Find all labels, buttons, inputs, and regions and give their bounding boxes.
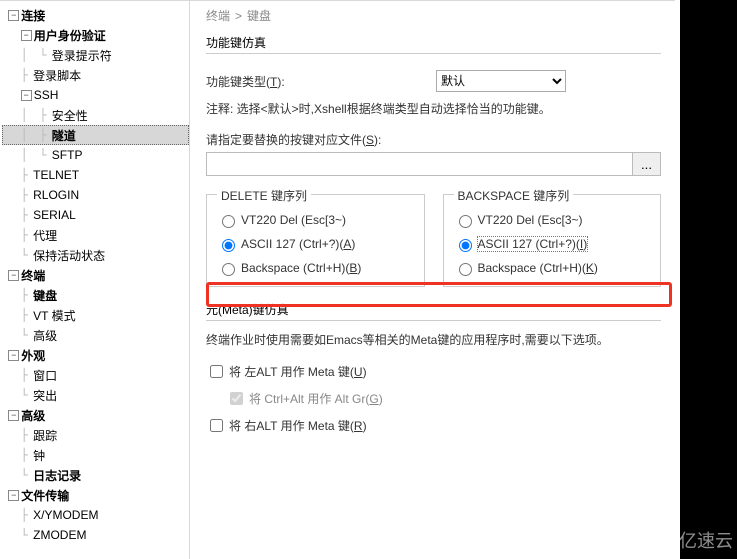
meta-desc: 终端作业时使用需要如Emacs等相关的Meta键的应用程序时,需要以下选项。	[206, 331, 661, 348]
group-meta-title: 元(Meta)键仿真	[206, 301, 661, 318]
group-meta: 终端作业时使用需要如Emacs等相关的Meta键的应用程序时,需要以下选项。 将…	[206, 320, 661, 443]
meta-right-alt-checkbox[interactable]: 将 右ALT 用作 Meta 键(R)	[206, 416, 661, 435]
tree-node-serial[interactable]: ├ SERIAL	[2, 205, 189, 225]
delete-group: DELETE 键序列 VT220 Del (Esc[3~) ASCII 127 …	[206, 194, 425, 287]
tree-node-keyboard[interactable]: ├ 键盘	[2, 285, 189, 305]
group-fnkey-title: 功能键仿真	[206, 34, 661, 51]
cloud-icon	[653, 533, 675, 547]
right-black-strip	[680, 0, 737, 559]
group-fnkey: 功能键类型(T): 默认 注释: 选择<默认>时,Xshell根据终端类型自动选…	[206, 53, 661, 184]
tree-node-xymodem[interactable]: ├ X/YMODEM	[2, 505, 189, 525]
tree-node-security[interactable]: │ ├ 安全性	[2, 105, 189, 125]
fnkey-note: 注释: 选择<默认>时,Xshell根据终端类型自动选择恰当的功能键。	[206, 100, 661, 117]
replace-file-label: 请指定要替换的按键对应文件(S):	[206, 131, 661, 148]
settings-panel: 终端>键盘 功能键仿真 功能键类型(T): 默认 注释: 选择<默认>时,Xsh…	[190, 1, 675, 559]
tree-node-logging[interactable]: └ 日志记录	[2, 465, 189, 485]
delete-opt-ascii127[interactable]: ASCII 127 (Ctrl+?)(A)	[217, 236, 414, 252]
meta-altgr-checkbox: 将 Ctrl+Alt 用作 Alt Gr(G)	[226, 389, 661, 408]
tree-node-login-prompt[interactable]: │ └ 登录提示符	[2, 45, 189, 65]
tree-node-appearance[interactable]: −外观	[2, 345, 189, 365]
delete-opt-vt220[interactable]: VT220 Del (Esc[3~)	[217, 212, 414, 228]
fnkey-type-select[interactable]: 默认	[436, 70, 566, 92]
tree-node-window[interactable]: ├ 窗口	[2, 365, 189, 385]
tree-node-terminal[interactable]: −终端	[2, 265, 189, 285]
fnkey-type-label: 功能键类型(T):	[206, 73, 436, 90]
tree-node-vtmode[interactable]: ├ VT 模式	[2, 305, 189, 325]
tree-node-proxy[interactable]: ├ 代理	[2, 225, 189, 245]
backspace-group-title: BACKSPACE 键序列	[454, 187, 574, 204]
backspace-opt-ascii127[interactable]: ASCII 127 (Ctrl+?)(I)	[454, 236, 651, 252]
tree-node-telnet[interactable]: ├ TELNET	[2, 165, 189, 185]
settings-tree[interactable]: −连接 −用户身份验证 │ └ 登录提示符 ├ 登录脚本 −SSH │ ├ 安全…	[0, 1, 190, 559]
tree-node-term-adv[interactable]: └ 高级	[2, 325, 189, 345]
tree-node-advanced[interactable]: −高级	[2, 405, 189, 425]
browse-button[interactable]: ...	[633, 152, 661, 176]
tree-node-rlogin[interactable]: ├ RLOGIN	[2, 185, 189, 205]
tree-node-filetransfer[interactable]: −文件传输	[2, 485, 189, 505]
tree-node-connection[interactable]: −连接	[2, 5, 189, 25]
tree-node-ssh[interactable]: −SSH	[2, 85, 189, 105]
delete-group-title: DELETE 键序列	[217, 187, 311, 204]
watermark: 亿速云	[653, 527, 733, 553]
tree-node-highlight[interactable]: └ 突出	[2, 385, 189, 405]
tree-node-tunnel[interactable]: │ ├ 隧道	[2, 125, 189, 145]
tree-node-trace[interactable]: ├ 跟踪	[2, 425, 189, 445]
tree-node-bell[interactable]: ├ 钟	[2, 445, 189, 465]
tree-node-keepalive[interactable]: └ 保持活动状态	[2, 245, 189, 265]
tree-node-zmodem[interactable]: └ ZMODEM	[2, 525, 189, 545]
tree-node-sftp[interactable]: │ └ SFTP	[2, 145, 189, 165]
backspace-group: BACKSPACE 键序列 VT220 Del (Esc[3~) ASCII 1…	[443, 194, 662, 287]
tree-node-auth[interactable]: −用户身份验证	[2, 25, 189, 45]
replace-file-input[interactable]	[206, 152, 633, 176]
breadcrumb: 终端>键盘	[206, 7, 661, 24]
delete-opt-backspace[interactable]: Backspace (Ctrl+H)(B)	[217, 260, 414, 276]
backspace-opt-backspace[interactable]: Backspace (Ctrl+H)(K)	[454, 260, 651, 276]
meta-left-alt-checkbox[interactable]: 将 左ALT 用作 Meta 键(U)	[206, 362, 661, 381]
tree-node-login-script[interactable]: ├ 登录脚本	[2, 65, 189, 85]
backspace-opt-vt220[interactable]: VT220 Del (Esc[3~)	[454, 212, 651, 228]
